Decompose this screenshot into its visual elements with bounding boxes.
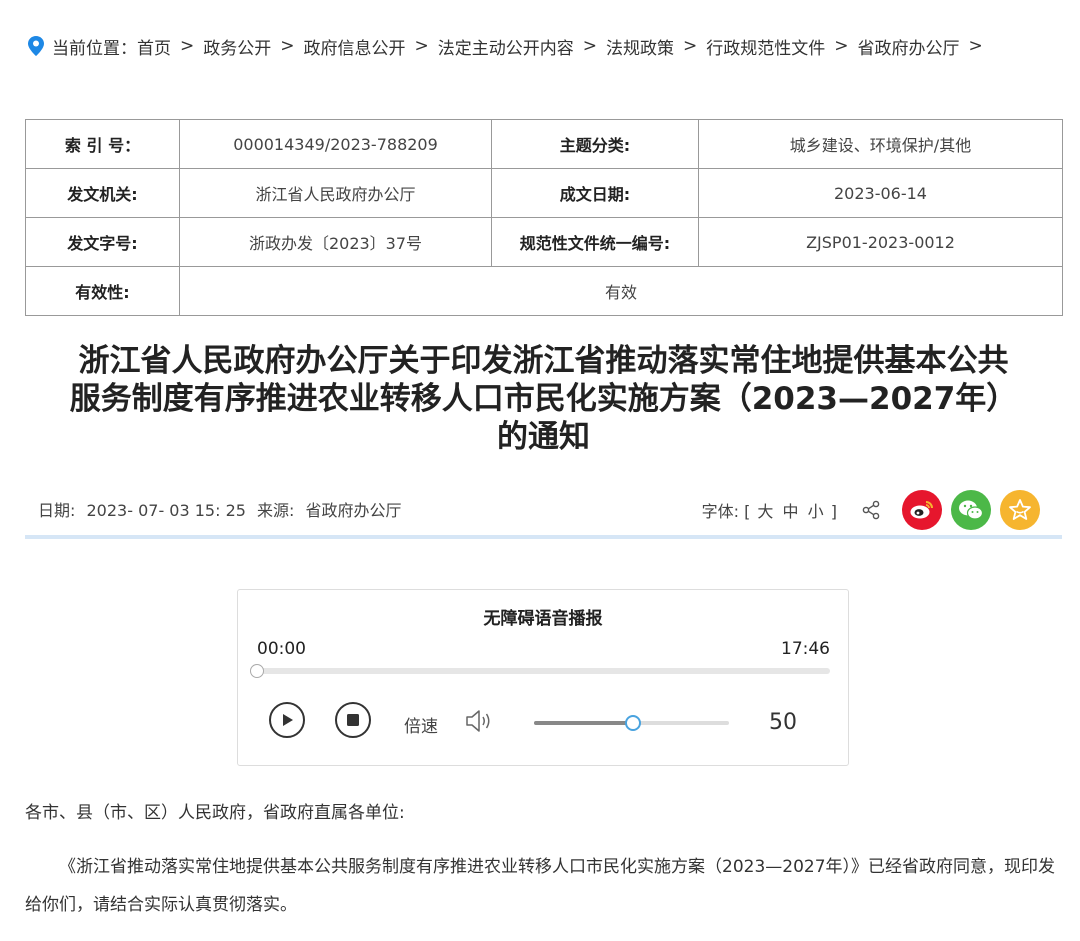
topic-category-label: 主题分类: — [491, 119, 699, 169]
document-number-value: 浙政办发〔2023〕37号 — [179, 217, 492, 267]
index-number-value: 000014349/2023-788209 — [179, 119, 492, 169]
location-pin-icon — [28, 36, 44, 56]
breadcrumb-prefix: 当前位置： — [52, 38, 137, 59]
breadcrumb-item-regulations[interactable]: 法规政策 — [606, 34, 674, 59]
breadcrumb-separator: > — [968, 36, 983, 56]
stop-icon — [347, 714, 359, 726]
play-icon — [283, 714, 293, 726]
wechat-icon — [959, 500, 984, 520]
breadcrumb-separator: > — [683, 36, 698, 56]
title-line: 浙江省人民政府办公厅关于印发浙江省推动落实常住地提供基本公共 — [78, 343, 1009, 379]
volume-slider[interactable] — [534, 715, 729, 731]
index-number-label: 索 引 号： — [25, 119, 180, 169]
publish-date-label: 日期: — [38, 501, 76, 520]
progress-track[interactable] — [257, 668, 830, 674]
total-time: 17:46 — [781, 639, 830, 659]
breadcrumb-item-gov-affairs[interactable]: 政务公开 — [203, 34, 271, 59]
breadcrumb-item-gov-info[interactable]: 政府信息公开 — [304, 34, 406, 59]
breadcrumb-separator: > — [280, 36, 295, 56]
document-metadata-table: 索 引 号： 000014349/2023-788209 主题分类: 城乡建设、… — [25, 119, 1063, 316]
validity-value: 有效 — [179, 266, 1063, 316]
divider — [25, 535, 1062, 539]
written-date-value: 2023-06-14 — [698, 168, 1063, 218]
page-title: 浙江省人民政府办公厅关于印发浙江省推动落实常住地提供基本公共 服务制度有序推进农… — [25, 342, 1062, 456]
volume-icon[interactable] — [464, 708, 494, 734]
breadcrumb: 当前位置： 首页 > 政务公开 > 政府信息公开 > 法定主动公开内容 > 法规… — [28, 34, 992, 59]
font-size-medium-button[interactable]: 中 — [783, 502, 799, 521]
font-size-bracket-open: [ — [744, 502, 751, 521]
breadcrumb-separator: > — [180, 36, 195, 56]
font-size-label: 字体: — [701, 502, 739, 521]
title-line: 的通知 — [497, 419, 590, 455]
favorite-icon — [1009, 499, 1031, 520]
issuer-value: 浙江省人民政府办公厅 — [179, 168, 492, 218]
table-row: 发文字号: 浙政办发〔2023〕37号 规范性文件统一编号: ZJSP01-20… — [25, 217, 1063, 267]
wechat-share-button[interactable] — [951, 490, 991, 530]
unified-number-value: ZJSP01-2023-0012 — [698, 217, 1063, 267]
weibo-icon — [910, 501, 933, 519]
article-tools: 字体: [ 大 中 小 ] — [702, 490, 1040, 530]
progress-handle[interactable] — [250, 664, 264, 678]
breadcrumb-separator: > — [834, 36, 849, 56]
font-size-small-button[interactable]: 小 — [808, 502, 824, 521]
written-date-label: 成文日期: — [491, 168, 699, 218]
source-label: 来源: — [257, 501, 295, 520]
playback-speed-button[interactable]: 倍速 — [404, 712, 438, 737]
font-size-bracket-close: ] — [830, 502, 837, 521]
breadcrumb-item-provincial-office[interactable]: 省政府办公厅 — [858, 34, 960, 59]
source-value: 省政府办公厅 — [305, 501, 402, 520]
current-time: 00:00 — [257, 639, 306, 659]
font-size-large-button[interactable]: 大 — [757, 502, 773, 521]
weibo-share-button[interactable] — [902, 490, 942, 530]
player-title: 无障碍语音播报 — [483, 609, 603, 629]
table-row: 发文机关: 浙江省人民政府办公厅 成文日期: 2023-06-14 — [25, 168, 1063, 218]
topic-category-value: 城乡建设、环境保护/其他 — [698, 119, 1063, 169]
breadcrumb-separator: > — [582, 36, 597, 56]
letter-greeting: 各市、县（市、区）人民政府，省政府直属各单位: — [25, 803, 405, 823]
share-icon[interactable] — [861, 500, 881, 520]
publish-info: 日期: 2023- 07- 03 15: 25 来源: 省政府办公厅 — [38, 497, 408, 521]
breadcrumb-item-home[interactable]: 首页 — [137, 34, 171, 59]
breadcrumb-item-statutory[interactable]: 法定主动公开内容 — [438, 34, 574, 59]
breadcrumb-item-normative-docs[interactable]: 行政规范性文件 — [706, 34, 825, 59]
table-row: 索 引 号： 000014349/2023-788209 主题分类: 城乡建设、… — [25, 119, 1063, 169]
font-size-control: 字体: [ 大 中 小 ] — [702, 498, 837, 522]
breadcrumb-separator: > — [414, 36, 429, 56]
stop-button[interactable] — [335, 702, 371, 738]
title-line: 服务制度有序推进农业转移人口市民化实施方案（2023—2027年） — [69, 381, 1018, 417]
validity-label: 有效性: — [25, 266, 180, 316]
volume-value: 50 — [769, 710, 797, 735]
play-button[interactable] — [269, 702, 305, 738]
unified-number-label: 规范性文件统一编号: — [491, 217, 699, 267]
volume-fill — [534, 721, 632, 725]
publish-date-value: 2023- 07- 03 15: 25 — [86, 501, 246, 520]
document-number-label: 发文字号: — [25, 217, 180, 267]
letter-paragraph: 《浙江省推动落实常住地提供基本公共服务制度有序推进农业转移人口市民化实施方案（2… — [25, 857, 1056, 915]
table-row: 有效性: 有效 — [25, 266, 1063, 316]
favorite-button[interactable] — [1000, 490, 1040, 530]
accessibility-audio-player: 无障碍语音播报 00:00 17:46 倍速 50 — [237, 589, 849, 766]
volume-handle[interactable] — [624, 715, 641, 731]
issuer-label: 发文机关: — [25, 168, 180, 218]
